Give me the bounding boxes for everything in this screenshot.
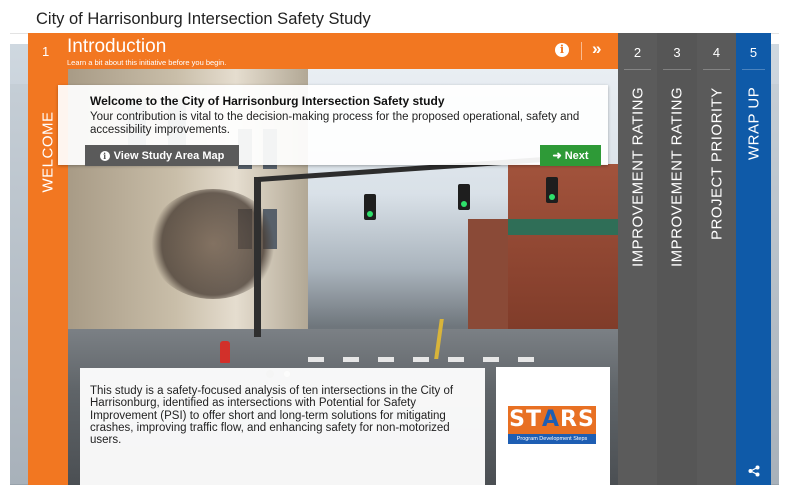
section-title: Introduction [67, 36, 167, 57]
stars-logo: STARS Program Development Steps [508, 406, 596, 444]
tab-improvement-rating-2[interactable]: 2 IMPROVEMENT RATING [618, 33, 657, 485]
description-card: This study is a safety-focused analysis … [80, 368, 485, 485]
description-text: This study is a safety-focused analysis … [90, 385, 454, 447]
next-button[interactable]: ➜ Next [540, 145, 601, 166]
header-divider [581, 42, 582, 60]
tab-label: WRAP UP [745, 86, 762, 160]
next-label: Next [564, 149, 589, 162]
view-study-area-map-button[interactable]: i View Study Area Map [85, 145, 239, 166]
logo-card: STARS Program Development Steps [496, 367, 610, 485]
tab-number: 5 [749, 45, 758, 60]
tab-label: PROJECT PRIORITY [708, 87, 725, 240]
tab-label: IMPROVEMENT RATING [629, 86, 646, 267]
tab-improvement-rating-3[interactable]: 3 IMPROVEMENT RATING [657, 33, 697, 485]
welcome-title: Welcome to the City of Harrisonburg Inte… [90, 94, 445, 108]
tab-label: IMPROVEMENT RATING [668, 86, 686, 267]
tab-wrap-up[interactable]: 5 WRAP UP [736, 33, 771, 485]
tab-number: 3 [673, 45, 681, 60]
section-subtitle: Learn a bit about this initiative before… [67, 58, 227, 67]
share-icon[interactable] [748, 465, 760, 480]
view-study-area-map-label: View Study Area Map [113, 149, 225, 162]
tab-project-priority[interactable]: 4 PROJECT PRIORITY [697, 33, 736, 485]
welcome-body: Your contribution is vital to the decisi… [90, 111, 580, 136]
arrow-right-icon: ➜ [552, 150, 562, 162]
tab-number: 4 [712, 45, 721, 60]
double-chevron-right-icon[interactable]: » [592, 39, 601, 59]
info-icon[interactable]: i [555, 43, 569, 57]
tab-number: 2 [633, 45, 642, 60]
panel-header: 1 Introduction Learn a bit about this in… [28, 33, 618, 69]
page-title: City of Harrisonburg Intersection Safety… [36, 10, 371, 28]
section-number: 1 [42, 44, 50, 59]
info-icon: i [99, 150, 110, 161]
